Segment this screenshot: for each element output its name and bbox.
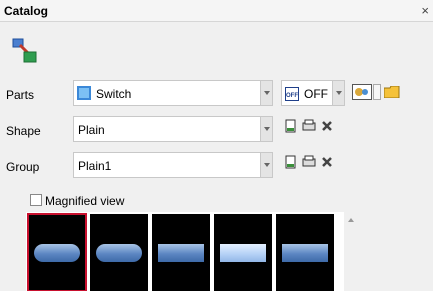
off-badge-text: OFF	[286, 93, 298, 99]
import-icon[interactable]	[302, 155, 316, 169]
thumbnail-item[interactable]	[152, 214, 210, 291]
catalog-tool-icon[interactable]	[10, 36, 40, 66]
chevron-down-icon[interactable]	[332, 81, 344, 105]
chevron-down-icon[interactable]	[260, 117, 272, 141]
parts-label: Parts	[6, 88, 35, 102]
switch-part-icon	[77, 86, 91, 100]
delete-icon[interactable]	[320, 119, 334, 133]
magnified-view-label: Magnified view	[45, 194, 125, 208]
thumbnail-scrollbar[interactable]	[344, 212, 358, 291]
state-value: OFF	[304, 87, 328, 101]
folder-icon[interactable]	[384, 86, 400, 98]
picture-icon[interactable]	[352, 84, 372, 100]
rounded-switch-shape	[34, 244, 80, 262]
plain-switch-shape	[282, 244, 328, 262]
shape-combo[interactable]: Plain	[73, 116, 273, 142]
thumbnail-item[interactable]	[90, 214, 148, 291]
state-combo[interactable]: OFF OFF	[281, 80, 345, 106]
parts-combo[interactable]: Switch	[73, 80, 273, 106]
pill-switch-shape	[96, 244, 142, 262]
chevron-down-icon[interactable]	[260, 153, 272, 177]
group-combo[interactable]: Plain1	[73, 152, 273, 178]
light-switch-shape	[220, 244, 266, 262]
import-icon[interactable]	[302, 119, 316, 133]
close-icon[interactable]: ×	[421, 3, 429, 18]
shape-value: Plain	[78, 123, 105, 137]
export-icon[interactable]	[284, 155, 298, 169]
export-icon[interactable]	[284, 119, 298, 133]
shape-label: Shape	[6, 124, 41, 138]
title-bar: Catalog ×	[0, 0, 433, 22]
chevron-down-icon[interactable]	[260, 81, 272, 105]
plain-switch-shape	[158, 244, 204, 262]
thumbnail-item[interactable]	[214, 214, 272, 291]
delete-icon[interactable]	[320, 155, 334, 169]
thumbnail-item[interactable]	[276, 214, 334, 291]
picture-dropdown[interactable]	[373, 84, 381, 100]
magnified-view-checkbox[interactable]	[30, 194, 42, 206]
group-label: Group	[6, 160, 40, 174]
thumbnail-grid	[26, 212, 344, 291]
group-value: Plain1	[78, 159, 112, 173]
off-switch-icon: OFF	[285, 87, 299, 101]
thumbnail-item[interactable]	[27, 213, 87, 291]
window-title: Catalog	[4, 4, 49, 18]
parts-value: Switch	[96, 87, 132, 101]
